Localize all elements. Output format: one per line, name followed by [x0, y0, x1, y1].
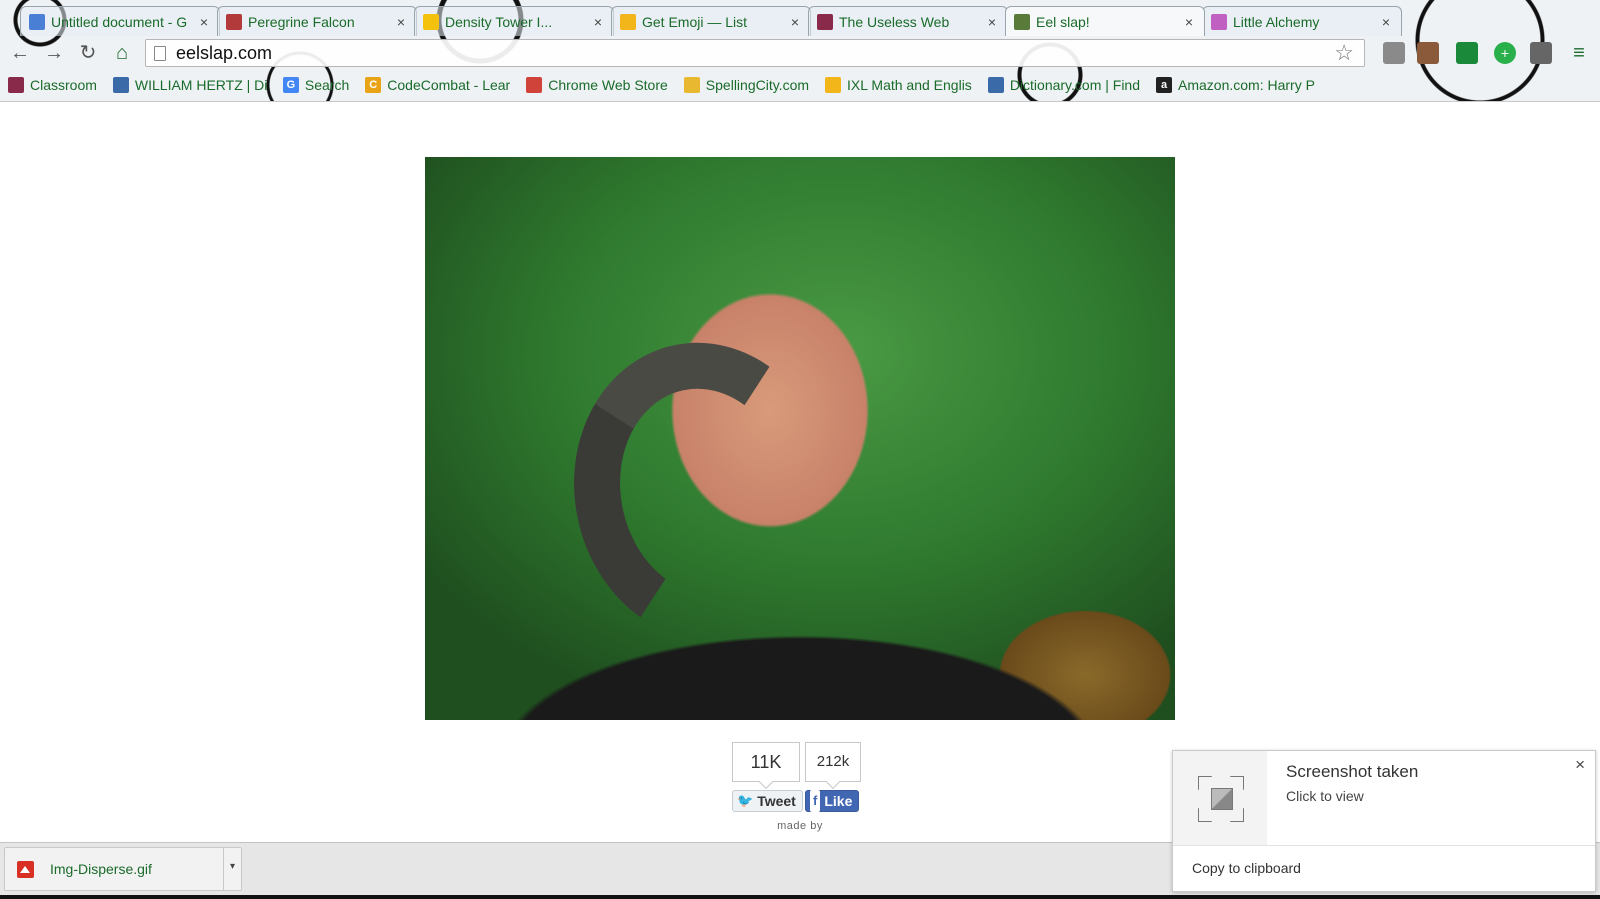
- bookmark-label: Classroom: [30, 77, 97, 93]
- bookmark-favicon-icon: [526, 77, 543, 93]
- tab-1[interactable]: Peregrine Falcon ×: [217, 6, 417, 36]
- tab-title: Get Emoji — List: [642, 13, 748, 30]
- bookmark-item[interactable]: WILLIAM HERTZ | Di: [105, 77, 275, 93]
- like-count-bubble: 212k: [805, 742, 861, 782]
- tab-title: Little Alchemy: [1233, 13, 1320, 30]
- tab-5[interactable]: Eel slap! ×: [1005, 6, 1205, 36]
- menu-icon[interactable]: ≡: [1568, 42, 1590, 64]
- bookmark-item[interactable]: Classroom: [0, 77, 105, 93]
- reload-button[interactable]: ↻: [76, 41, 100, 65]
- browser-toolbar: ← → ↻ ⌂ ☆ + ≡: [0, 36, 1600, 69]
- download-menu-chevron-icon[interactable]: ▾: [223, 847, 241, 891]
- bookmarks-bar: Classroom WILLIAM HERTZ | Di G Search C CodeC…: [0, 70, 1600, 100]
- tab-close-icon[interactable]: ×: [788, 14, 802, 30]
- tab-favicon-icon: [423, 13, 439, 30]
- tab-close-icon[interactable]: ×: [591, 14, 605, 30]
- extension-puzzle-icon[interactable]: [1530, 42, 1552, 64]
- bookmark-favicon-icon: a: [1156, 77, 1173, 93]
- page-icon: [154, 45, 166, 61]
- tab-favicon-icon: [226, 13, 242, 30]
- tab-strip: Untitled document - G × Peregrine Falcon × D…: [0, 4, 1600, 36]
- tab-title: Peregrine Falcon: [248, 13, 355, 30]
- tab-3[interactable]: Get Emoji — List ×: [611, 6, 811, 36]
- bookmark-item[interactable]: a Amazon.com: Harry P: [1148, 77, 1318, 93]
- bookmark-label: IXL Math and Englis: [847, 77, 972, 93]
- bookmark-item[interactable]: SpellingCity.com: [676, 77, 817, 93]
- tweet-button[interactable]: 🐦 Tweet: [732, 790, 803, 812]
- tab-close-icon[interactable]: ×: [394, 14, 408, 30]
- url-input[interactable]: [176, 42, 1335, 64]
- bookmark-item[interactable]: Dictionary.com | Find: [980, 77, 1148, 93]
- screenshot-square-icon: [1211, 788, 1233, 810]
- notification-divider: [1173, 845, 1595, 846]
- eel-slap-image[interactable]: [425, 157, 1175, 720]
- tab-title: Density Tower I...: [445, 13, 553, 30]
- like-label: Like: [824, 793, 853, 809]
- tab-2[interactable]: Density Tower I... ×: [414, 6, 614, 36]
- tab-favicon-icon: [1014, 13, 1030, 30]
- tab-title: Eel slap!: [1036, 13, 1090, 30]
- facebook-icon: f: [810, 790, 821, 812]
- bookmark-item[interactable]: IXL Math and Englis: [817, 77, 980, 93]
- tweet-count-bubble: 11K: [732, 742, 800, 782]
- tab-6[interactable]: Little Alchemy ×: [1202, 6, 1402, 36]
- made-by-text: made by: [777, 820, 823, 832]
- download-filename: Img-Disperse.gif: [50, 861, 152, 877]
- screenshot-notification[interactable]: Screenshot taken Click to view × Copy to…: [1172, 750, 1596, 892]
- bookmark-favicon-icon: G: [282, 77, 299, 93]
- bookmark-label: Search: [304, 77, 350, 93]
- tab-favicon-icon: [620, 13, 636, 30]
- browser-chrome: Untitled document - G × Peregrine Falcon × D…: [0, 0, 1600, 102]
- cast-icon[interactable]: [1383, 42, 1405, 64]
- extension-icon[interactable]: [1417, 42, 1439, 64]
- bookmark-label: Dictionary.com | Find: [1009, 77, 1141, 93]
- tab-favicon-icon: [1211, 13, 1227, 30]
- bookmark-label: SpellingCity.com: [705, 77, 810, 93]
- home-button[interactable]: ⌂: [110, 41, 134, 65]
- page-content: 11K 212k 🐦 Tweet f Like made by: [0, 102, 1600, 842]
- bookmark-label: WILLIAM HERTZ | Di: [134, 77, 268, 93]
- twitter-bird-icon: 🐦: [737, 793, 754, 808]
- bookmark-favicon-icon: C: [365, 77, 382, 93]
- tab-close-icon[interactable]: ×: [1379, 14, 1393, 30]
- copy-to-clipboard-button[interactable]: Copy to clipboard: [1192, 860, 1301, 876]
- taskbar-strip: [0, 895, 1600, 899]
- download-item[interactable]: Img-Disperse.gif ▾: [4, 847, 242, 891]
- bookmark-favicon-icon: [8, 77, 24, 93]
- address-bar[interactable]: ☆: [145, 39, 1365, 67]
- tab-close-icon[interactable]: ×: [985, 14, 999, 30]
- eel-shape: [546, 318, 864, 666]
- bookmark-label: Amazon.com: Harry P: [1178, 77, 1315, 93]
- bookmark-favicon-icon: [825, 77, 842, 93]
- tab-title: Untitled document - G: [51, 13, 188, 30]
- bookmark-favicon-icon: [683, 77, 700, 93]
- bookmark-favicon-icon: [987, 77, 1004, 93]
- screenshot-thumbnail: [1173, 751, 1267, 845]
- tab-close-icon[interactable]: ×: [197, 14, 211, 30]
- tab-title: The Useless Web: [839, 13, 950, 30]
- bookmark-label: Chrome Web Store: [548, 77, 668, 93]
- bookmark-label: CodeCombat - Lear: [387, 77, 511, 93]
- tab-favicon-icon: [29, 13, 45, 30]
- bookmark-favicon-icon: [112, 77, 129, 93]
- social-buttons: 11K 212k 🐦 Tweet f Like made by: [732, 742, 882, 842]
- tweet-label: Tweet: [757, 793, 796, 809]
- bookmark-star-icon[interactable]: ☆: [1334, 40, 1354, 66]
- image-file-icon: [17, 860, 34, 878]
- tab-0[interactable]: Untitled document - G ×: [20, 6, 220, 36]
- tab-close-icon[interactable]: ×: [1182, 14, 1196, 30]
- back-button[interactable]: ←: [8, 41, 32, 65]
- add-extension-icon[interactable]: +: [1494, 42, 1516, 64]
- classroom-extension-icon[interactable]: [1456, 42, 1478, 64]
- notification-subtitle[interactable]: Click to view: [1286, 788, 1364, 804]
- tab-favicon-icon: [817, 13, 833, 30]
- bookmark-item[interactable]: Chrome Web Store: [518, 77, 676, 93]
- forward-button[interactable]: →: [42, 41, 66, 65]
- notification-close-icon[interactable]: ×: [1575, 755, 1585, 775]
- bookmark-item[interactable]: C CodeCombat - Lear: [357, 77, 518, 93]
- notification-title: Screenshot taken: [1286, 762, 1419, 781]
- facebook-like-button[interactable]: f Like: [805, 790, 860, 812]
- tab-4[interactable]: The Useless Web ×: [808, 6, 1008, 36]
- bookmark-item[interactable]: G Search: [275, 77, 357, 93]
